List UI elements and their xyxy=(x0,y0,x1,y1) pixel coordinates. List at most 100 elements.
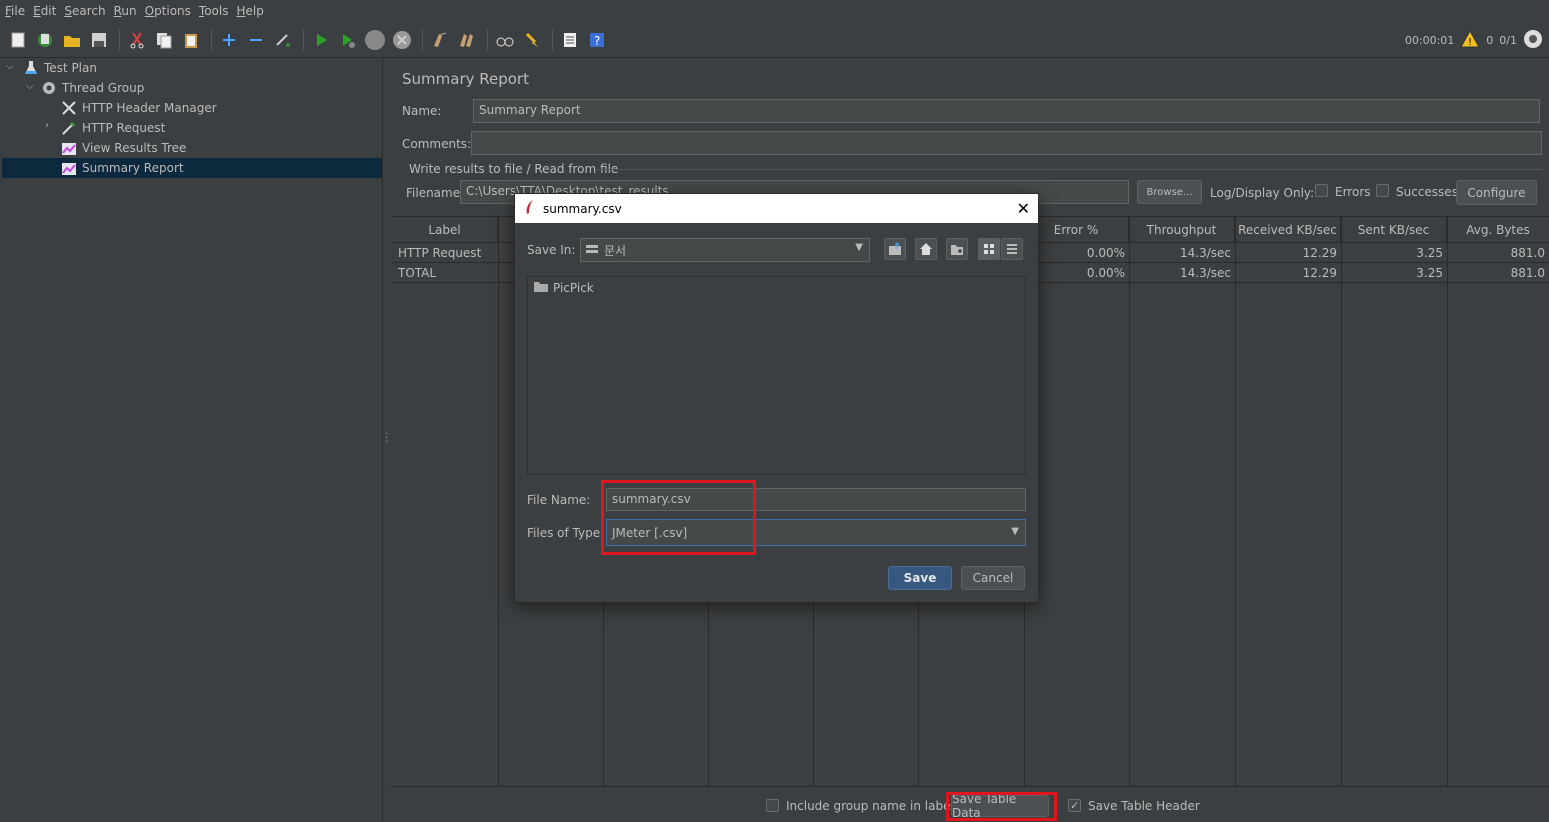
column-header-avg-bytes[interactable]: Avg. Bytes xyxy=(1447,217,1549,243)
files-of-type-label: Files of Type: xyxy=(527,526,605,540)
tree-item-label: HTTP Request xyxy=(82,121,166,135)
clear-all-icon[interactable] xyxy=(455,28,479,52)
menu-search[interactable]: Search xyxy=(63,4,112,18)
column-header-error[interactable]: Error % xyxy=(1024,217,1129,243)
menu-bar: File Edit Search Run Options Tools Help xyxy=(0,0,1549,22)
configure-button[interactable]: Configure xyxy=(1456,180,1537,205)
menu-run[interactable]: Run xyxy=(113,4,144,18)
column-header[interactable]: Label xyxy=(392,217,498,243)
home-icon[interactable] xyxy=(915,238,937,260)
cell-label: HTTP Request xyxy=(398,246,482,260)
close-icon[interactable]: ✕ xyxy=(1017,199,1030,218)
successes-checkbox[interactable] xyxy=(1376,184,1389,197)
up-one-level-icon[interactable] xyxy=(884,238,906,260)
function-helper-icon[interactable] xyxy=(558,28,582,52)
cell-avg-bytes: 881.0 xyxy=(1510,266,1545,280)
menu-help[interactable]: Help xyxy=(236,4,271,18)
group-divider xyxy=(597,169,1542,170)
help-icon[interactable]: ? xyxy=(585,28,609,52)
name-field[interactable]: Summary Report xyxy=(473,99,1540,123)
details-view-icon[interactable] xyxy=(1001,238,1023,260)
shutdown-icon[interactable] xyxy=(390,28,414,52)
toolbar-separator xyxy=(422,28,423,51)
cell-received: 12.29 xyxy=(1302,246,1337,260)
chevron-down-icon[interactable]: ⌵ xyxy=(6,61,14,72)
splitter-handle-icon[interactable]: · · · xyxy=(385,430,388,448)
comments-field[interactable] xyxy=(471,131,1542,155)
toolbar-separator xyxy=(303,28,304,51)
open-folder-icon[interactable] xyxy=(60,28,84,52)
expand-icon[interactable] xyxy=(217,28,241,52)
cancel-button[interactable]: Cancel xyxy=(961,566,1025,590)
pipette-icon xyxy=(60,119,78,137)
new-icon[interactable] xyxy=(6,28,30,52)
column-divider xyxy=(1129,217,1130,787)
cell-sent: 3.25 xyxy=(1416,246,1443,260)
paste-icon[interactable] xyxy=(179,28,203,52)
tree-item-http-request[interactable]: HTTP Request xyxy=(60,118,165,138)
save-button[interactable]: Save xyxy=(888,566,952,590)
comments-label: Comments: xyxy=(402,137,472,151)
tree-item-http-header-manager[interactable]: HTTP Header Manager xyxy=(60,98,217,118)
tree-item-label: View Results Tree xyxy=(82,141,187,155)
templates-icon[interactable] xyxy=(33,28,57,52)
menu-options[interactable]: Options xyxy=(144,4,198,18)
chevron-down-icon[interactable]: ⌵ xyxy=(26,81,34,92)
save-in-select[interactable]: 문서 ▼ xyxy=(580,238,870,262)
list-view-icon[interactable] xyxy=(978,238,1000,260)
copy-icon[interactable] xyxy=(152,28,176,52)
highlight-box xyxy=(601,480,756,555)
warning-icon[interactable]: ! xyxy=(1460,29,1481,51)
warning-count: 0 xyxy=(1486,33,1494,47)
remote-engines-icon[interactable] xyxy=(1523,29,1543,52)
stop-icon[interactable] xyxy=(363,28,387,52)
chart-icon xyxy=(60,139,78,157)
page-title: Summary Report xyxy=(402,70,529,88)
start-no-pause-icon[interactable] xyxy=(336,28,360,52)
tree-item-test-plan[interactable]: Test Plan xyxy=(22,58,97,78)
jmeter-feather-icon xyxy=(525,200,535,217)
thread-count: 0/1 xyxy=(1499,33,1517,47)
clear-icon[interactable] xyxy=(428,28,452,52)
save-table-header-checkbox[interactable] xyxy=(1068,799,1081,812)
column-header-sent[interactable]: Sent KB/sec xyxy=(1341,217,1447,243)
list-item[interactable]: PicPick xyxy=(534,281,594,295)
column-divider xyxy=(1447,217,1448,787)
new-folder-icon[interactable] xyxy=(946,238,968,260)
toolbar-separator xyxy=(487,28,488,51)
column-divider xyxy=(1341,217,1342,787)
file-name-label: File Name: xyxy=(527,493,591,507)
chevron-down-icon: ▼ xyxy=(855,242,863,253)
binoculars-icon[interactable] xyxy=(493,28,517,52)
include-group-checkbox[interactable] xyxy=(766,799,779,812)
tree-item-thread-group[interactable]: Thread Group xyxy=(40,78,144,98)
cell-sent: 3.25 xyxy=(1416,266,1443,280)
save-file-dialog: summary.csv ✕ Save In: 문서 ▼ PicPick File… xyxy=(514,193,1039,603)
column-header-received[interactable]: Received KB/sec xyxy=(1235,217,1341,243)
browse-button[interactable]: Browse... xyxy=(1137,180,1202,204)
broom-icon[interactable] xyxy=(520,28,544,52)
menu-tools[interactable]: Tools xyxy=(198,4,236,18)
cut-icon[interactable] xyxy=(125,28,149,52)
cell-error: 0.00% xyxy=(1086,266,1125,280)
tree-item-view-results-tree[interactable]: View Results Tree xyxy=(60,138,186,158)
toolbar-separator xyxy=(119,28,120,51)
menu-file[interactable]: File xyxy=(4,4,32,18)
save-icon[interactable] xyxy=(87,28,111,52)
toolbar-separator xyxy=(552,28,553,51)
toggle-icon[interactable] xyxy=(271,28,295,52)
column-header-throughput[interactable]: Throughput xyxy=(1129,217,1235,243)
collapse-icon[interactable] xyxy=(244,28,268,52)
wrench-icon xyxy=(60,99,78,117)
cell-throughput: 14.3/sec xyxy=(1180,246,1231,260)
drive-icon xyxy=(586,243,598,257)
tree-item-summary-report[interactable]: Summary Report xyxy=(2,158,382,178)
tree-item-label: Thread Group xyxy=(62,81,145,95)
chevron-right-icon[interactable]: › xyxy=(45,120,49,131)
menu-edit[interactable]: Edit xyxy=(32,4,63,18)
highlight-box xyxy=(946,792,1057,821)
file-list[interactable]: PicPick xyxy=(527,276,1026,475)
start-icon[interactable] xyxy=(309,28,333,52)
write-results-label: Write results to file / Read from file xyxy=(409,162,619,176)
errors-checkbox[interactable] xyxy=(1315,184,1328,197)
